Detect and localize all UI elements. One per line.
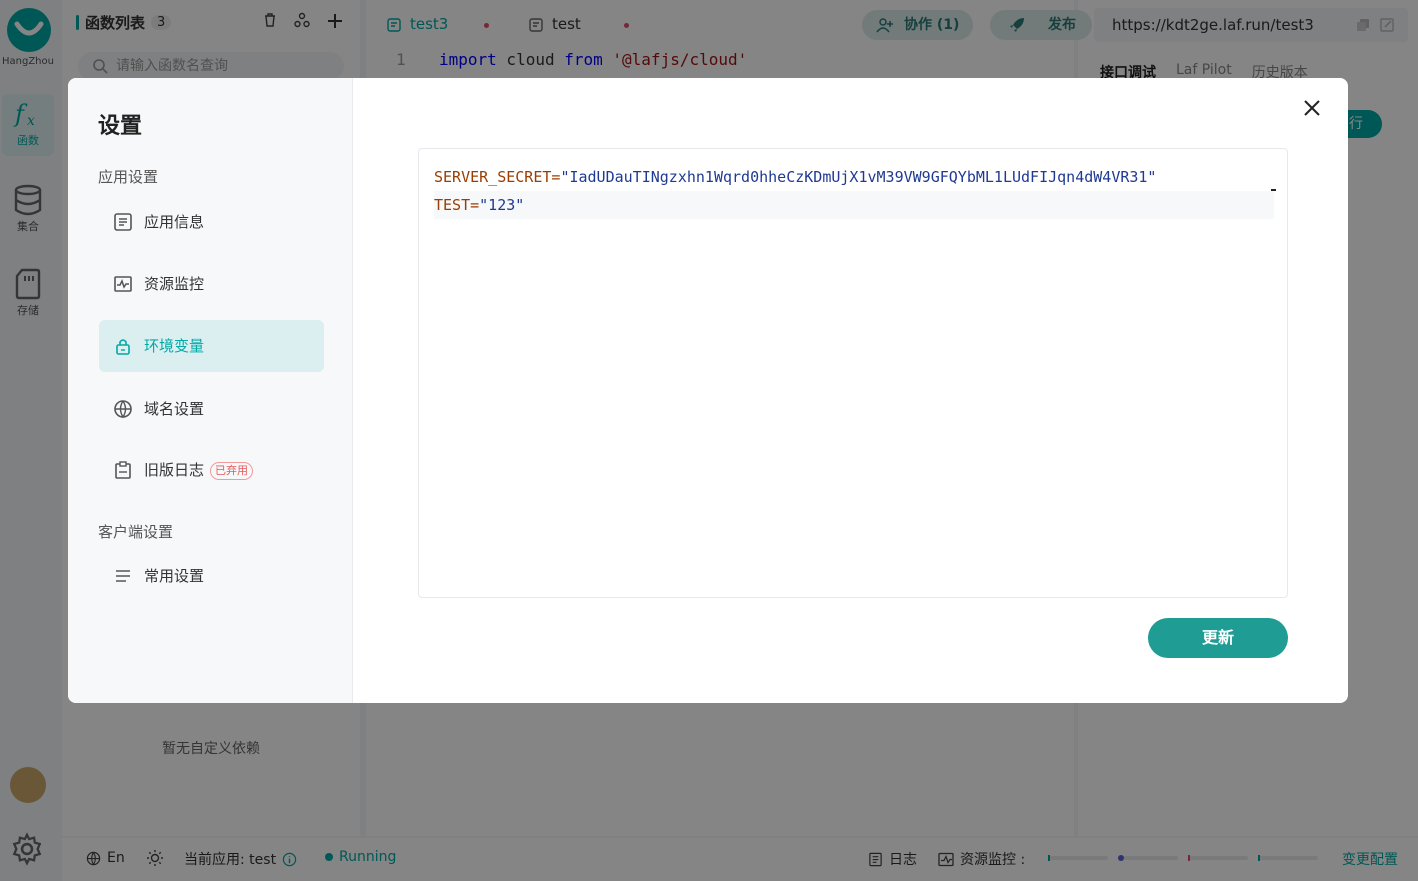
- settings-item-legacy-logs[interactable]: 旧版日志 已弃用: [99, 444, 324, 496]
- monitor-icon: [114, 276, 132, 292]
- env-var-line: TEST="123": [434, 191, 1274, 219]
- close-icon[interactable]: [1300, 96, 1324, 120]
- settings-item-resource-monitor[interactable]: 资源监控: [99, 258, 324, 310]
- env-var-value: "IadUDauTINgzxhn1Wqrd0hheCzKDmUjX1vM39VW…: [560, 168, 1157, 186]
- settings-item-label: 应用信息: [144, 213, 205, 231]
- settings-sidebar: 设置 应用设置 应用信息 资源监控 环境变量 域名设置 旧版日志 已弃用 客户端设…: [68, 78, 353, 703]
- settings-item-label: 域名设置: [144, 400, 205, 418]
- env-vars-editor[interactable]: SERVER_SECRET="IadUDauTINgzxhn1Wqrd0hheC…: [418, 148, 1288, 598]
- settings-title: 设置: [98, 114, 143, 139]
- settings-item-app-info[interactable]: 应用信息: [99, 196, 324, 248]
- deprecated-badge: 已弃用: [210, 461, 254, 480]
- app-settings-group: 应用设置: [98, 168, 159, 186]
- settings-item-label: 环境变量: [144, 337, 205, 355]
- lock-icon: [116, 339, 130, 355]
- document-icon: [114, 213, 132, 231]
- settings-item-general[interactable]: 常用设置: [99, 550, 324, 602]
- client-settings-group: 客户端设置: [98, 523, 174, 541]
- settings-item-label: 旧版日志: [144, 461, 205, 479]
- env-var-key: TEST=: [434, 196, 480, 214]
- lines-icon: [116, 570, 130, 582]
- settings-item-domain[interactable]: 域名设置: [99, 383, 324, 435]
- env-var-line: SERVER_SECRET="IadUDauTINgzxhn1Wqrd0hheC…: [434, 163, 1274, 191]
- update-button[interactable]: 更新: [1148, 618, 1288, 658]
- settings-item-label: 常用设置: [144, 567, 205, 585]
- scroll-marker: [1271, 189, 1276, 191]
- env-var-key: SERVER_SECRET=: [434, 168, 561, 186]
- settings-modal: 设置 应用设置 应用信息 资源监控 环境变量 域名设置 旧版日志 已弃用 客户端设…: [68, 78, 1348, 703]
- globe-icon: [114, 400, 132, 419]
- settings-item-label: 资源监控: [144, 275, 205, 293]
- clipboard-icon: [115, 461, 131, 479]
- env-var-value: "123": [479, 196, 525, 214]
- settings-item-env-vars[interactable]: 环境变量: [99, 320, 324, 372]
